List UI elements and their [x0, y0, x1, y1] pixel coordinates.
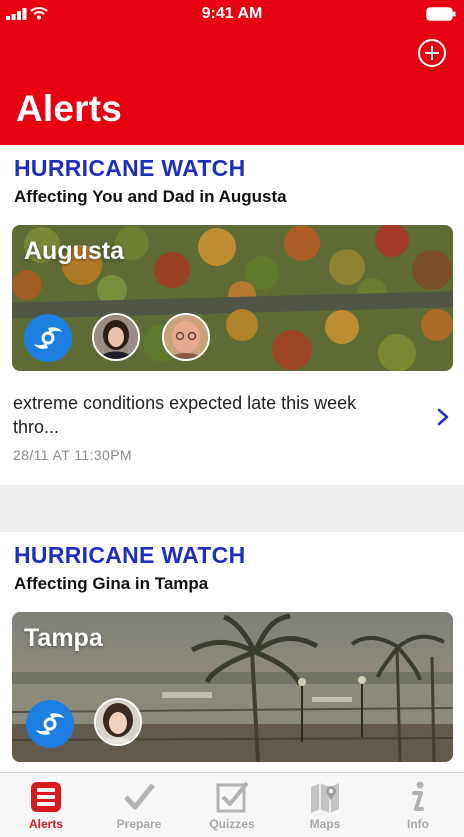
- alert-type: HURRICANE WATCH: [14, 542, 246, 568]
- tab-alerts[interactable]: Alerts: [0, 773, 92, 837]
- alert-timestamp: 28/11 AT 11:30PM: [13, 447, 132, 463]
- tab-label: Info: [407, 817, 429, 831]
- checkbox-icon: [216, 781, 249, 813]
- alert-message: extreme conditions expected late this we…: [13, 393, 357, 437]
- chevron-right-icon[interactable]: [436, 407, 450, 427]
- alert-card[interactable]: HURRICANE WATCH Affecting Gina in Tampa: [0, 532, 464, 772]
- alert-type: HURRICANE WATCH: [14, 155, 246, 181]
- avatar[interactable]: [92, 313, 140, 361]
- tab-quizzes[interactable]: Quizzes: [186, 773, 278, 837]
- status-bar: 9:41 AM: [0, 0, 464, 30]
- map-icon: [311, 783, 339, 813]
- info-icon: [412, 781, 424, 811]
- alert-card[interactable]: HURRICANE WATCH Affecting You and Dad in…: [0, 145, 464, 485]
- avatar[interactable]: [162, 313, 210, 361]
- tab-label: Maps: [309, 817, 341, 831]
- hurricane-icon: [36, 713, 64, 735]
- alerts-list-icon: [31, 782, 61, 812]
- hurricane-icon: [34, 327, 62, 349]
- hurricane-badge: [26, 700, 74, 748]
- location-name: Tampa: [24, 624, 103, 652]
- tab-label: Alerts: [28, 817, 63, 831]
- checkmark-icon: [124, 783, 155, 810]
- battery-icon: [426, 7, 456, 21]
- tab-bar: Alerts Prepare Quizzes Maps Info: [0, 772, 464, 837]
- alert-affecting: Affecting Gina in Tampa: [14, 574, 209, 593]
- location-photo: Augusta: [12, 225, 453, 371]
- status-time: 9:41 AM: [201, 5, 263, 22]
- page-title: Alerts: [16, 88, 123, 129]
- plus-circle-icon[interactable]: [417, 38, 447, 68]
- hurricane-badge: [24, 314, 72, 362]
- tab-prepare[interactable]: Prepare: [93, 773, 185, 837]
- avatar[interactable]: [94, 698, 142, 746]
- tab-label: Prepare: [116, 817, 162, 831]
- location-photo: Tampa: [12, 612, 453, 762]
- header: Alerts: [0, 30, 464, 145]
- alert-affecting: Affecting You and Dad in Augusta: [14, 187, 287, 206]
- tab-maps[interactable]: Maps: [279, 773, 371, 837]
- tab-info[interactable]: Info: [372, 773, 464, 837]
- tab-label: Quizzes: [209, 817, 255, 831]
- location-name: Augusta: [24, 237, 124, 265]
